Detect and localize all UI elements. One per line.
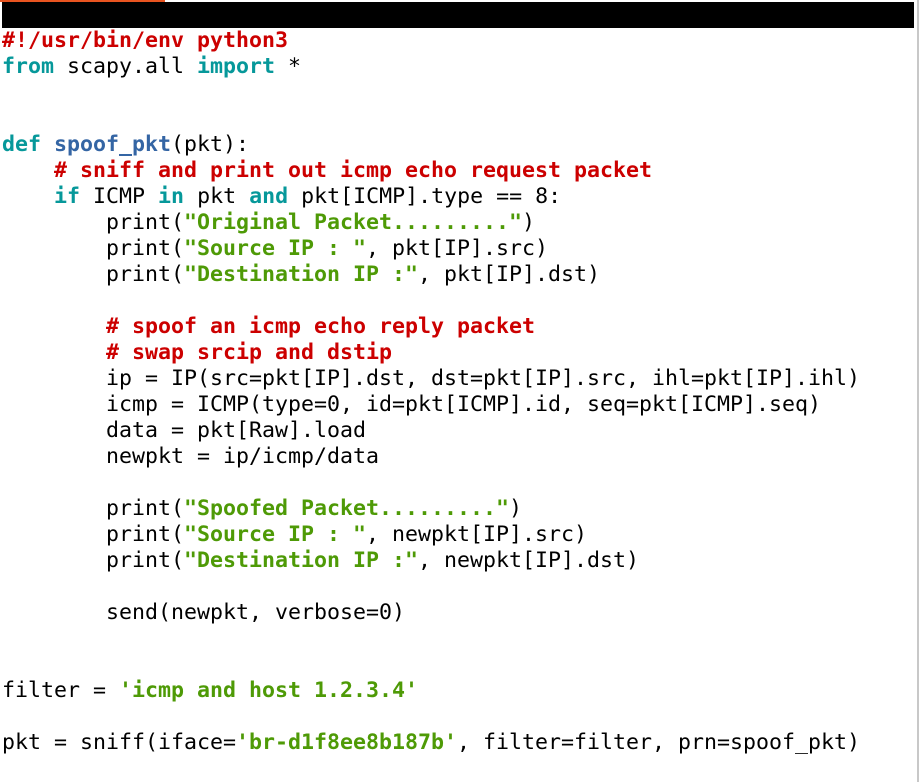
code-line[interactable] [2, 626, 860, 652]
code-line[interactable]: print("Spoofed Packet.........") [2, 496, 860, 522]
code-line[interactable]: newpkt = ip/icmp/data [2, 444, 860, 470]
code-token: , pkt[IP].src) [366, 236, 549, 261]
code-line[interactable]: print("Destination IP :", pkt[IP].dst) [2, 262, 860, 288]
code-token: data = pkt[Raw].load [2, 418, 367, 443]
code-token: , pkt[IP].dst) [418, 262, 601, 287]
code-line[interactable]: print("Source IP : ", pkt[IP].src) [2, 236, 860, 262]
code-token: , newpkt[IP].dst) [418, 548, 640, 573]
code-token: print( [2, 210, 185, 235]
code-line[interactable]: # swap srcip and dstip [2, 340, 860, 366]
code-line[interactable]: #!/usr/bin/env python3 [2, 28, 860, 54]
code-line[interactable] [2, 470, 860, 496]
keyword-token: in [158, 184, 185, 209]
code-line[interactable]: # sniff and print out icmp echo request … [2, 158, 860, 184]
code-line[interactable]: # spoof an icmp echo reply packet [2, 314, 860, 340]
code-token: print( [2, 522, 185, 547]
code-line[interactable] [2, 704, 860, 730]
code-token: , newpkt[IP].src) [366, 522, 588, 547]
code-line[interactable]: from scapy.all import * [2, 54, 860, 80]
code-token: print( [2, 236, 185, 261]
string-token: "Source IP : " [184, 522, 367, 547]
code-token: ip = IP(src=pkt[IP].dst, dst=pkt[IP].src… [2, 366, 861, 391]
string-token: "Destination IP :" [184, 262, 419, 287]
code-line[interactable]: if ICMP in pkt and pkt[ICMP].type == 8: [2, 184, 860, 210]
code-line[interactable] [2, 652, 860, 678]
code-line[interactable]: def spoof_pkt(pkt): [2, 132, 860, 158]
comment-token: #!/usr/bin/env python3 [2, 28, 289, 53]
code-token: ICMP [80, 184, 159, 209]
code-token: ) [509, 496, 523, 521]
code-line[interactable]: data = pkt[Raw].load [2, 418, 860, 444]
code-token: pkt [184, 184, 250, 209]
string-token: 'icmp and host 1.2.3.4' [119, 678, 419, 703]
nano-title-bar: GNU nano 4.8 task4.py [2, 2, 914, 79]
comment-token: # sniff and print out icmp echo request … [54, 158, 653, 183]
code-line[interactable]: print("Source IP : ", newpkt[IP].src) [2, 522, 860, 548]
code-line[interactable]: pkt = sniff(iface='br-d1f8ee8b187b', fil… [2, 730, 860, 756]
code-token: pkt[ICMP].type == 8: [288, 184, 562, 209]
string-token: "Source IP : " [184, 236, 367, 261]
code-line[interactable]: ip = IP(src=pkt[IP].dst, dst=pkt[IP].src… [2, 366, 860, 392]
string-token: "Destination IP :" [184, 548, 419, 573]
keyword-token: from [2, 54, 55, 79]
comment-token: # swap srcip and dstip [106, 340, 393, 365]
window-edge [917, 0, 919, 782]
keyword-token: import [197, 54, 276, 79]
code-token: print( [2, 262, 185, 287]
code-token: pkt = sniff(iface= [2, 730, 237, 755]
code-token: icmp = ICMP(type=0, id=pkt[ICMP].id, seq… [2, 392, 822, 417]
code-line[interactable]: icmp = ICMP(type=0, id=pkt[ICMP].id, seq… [2, 392, 860, 418]
code-line[interactable] [2, 574, 860, 600]
comment-token: # spoof an icmp echo reply packet [106, 314, 536, 339]
code-token: * [275, 54, 302, 79]
code-line[interactable] [2, 80, 860, 106]
code-line[interactable]: send(newpkt, verbose=0) [2, 600, 860, 626]
code-line[interactable] [2, 106, 860, 132]
keyword-token: if [54, 184, 81, 209]
function-name-token: spoof_pkt [54, 132, 172, 157]
editor-text-area[interactable]: #!/usr/bin/env python3 from scapy.all imp… [2, 28, 860, 756]
code-token: send(newpkt, verbose=0) [2, 600, 406, 625]
keyword-token: and [249, 184, 289, 209]
string-token: "Original Packet........." [184, 210, 523, 235]
code-token: scapy.all [54, 54, 198, 79]
code-line[interactable]: filter = 'icmp and host 1.2.3.4' [2, 678, 860, 704]
string-token: 'br-d1f8ee8b187b' [236, 730, 458, 755]
code-token: filter = [2, 678, 120, 703]
string-token: "Spoofed Packet........." [184, 496, 510, 521]
code-token: newpkt = ip/icmp/data [2, 444, 380, 469]
code-token: print( [2, 548, 185, 573]
code-token: (pkt): [171, 132, 250, 157]
code-token: print( [2, 496, 185, 521]
code-line[interactable]: print("Original Packet.........") [2, 210, 860, 236]
code-token: , filter=filter, prn=spoof_pkt) [457, 730, 861, 755]
code-line[interactable]: print("Destination IP :", newpkt[IP].dst… [2, 548, 860, 574]
keyword-token: def [2, 132, 42, 157]
code-token: ) [522, 210, 536, 235]
code-line[interactable] [2, 288, 860, 314]
